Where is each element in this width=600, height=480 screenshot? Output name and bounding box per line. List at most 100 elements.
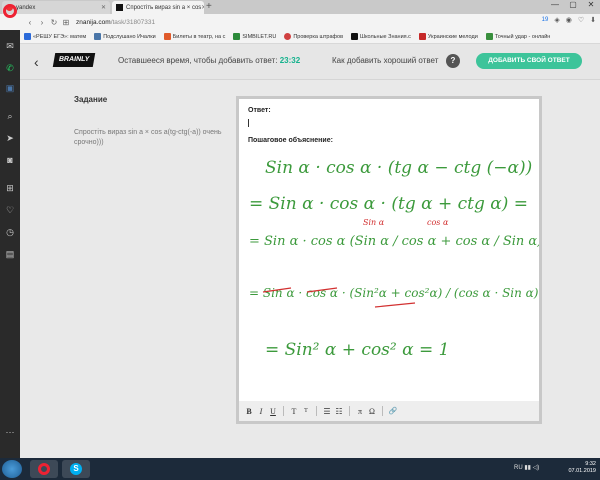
bookmark-item[interactable]: Подслушано Ичалки xyxy=(94,33,156,40)
camera-icon[interactable]: ◙ xyxy=(4,154,16,166)
camera-icon[interactable]: ◉ xyxy=(566,16,572,24)
bookmark-item[interactable]: Украинские мелоди xyxy=(418,33,478,40)
forward-arrow-icon[interactable]: › xyxy=(36,18,48,27)
font-size-button[interactable]: T xyxy=(288,407,300,416)
bookmark-label: Билеты в театр, на с xyxy=(172,33,226,40)
speed-dial-icon[interactable]: ⊞ xyxy=(4,182,16,194)
network-icon[interactable]: ▮▮ xyxy=(524,465,531,471)
search-icon[interactable]: ⌕ xyxy=(4,110,16,122)
pi-symbol-button[interactable]: π xyxy=(354,407,366,416)
bullet-list-button[interactable]: ☰ xyxy=(321,407,333,416)
vk-icon[interactable]: ▣ xyxy=(4,82,16,94)
close-tab-icon[interactable]: ✕ xyxy=(101,4,106,11)
opera-menu-icon[interactable] xyxy=(3,4,17,18)
remaining-label: Оставшееся время, чтобы добавить ответ: xyxy=(118,56,278,65)
clock[interactable]: 9:32 07.01.2019 xyxy=(568,461,596,475)
windows-taskbar: S RU ▮▮ ◁) 9:32 07.01.2019 xyxy=(0,458,600,480)
adblock-counter[interactable]: 19 xyxy=(542,17,549,23)
italic-button[interactable]: I xyxy=(255,407,267,416)
annotation: Sin α xyxy=(363,218,385,227)
toolbar-divider xyxy=(283,406,284,416)
history-icon[interactable]: ◷ xyxy=(4,226,16,238)
close-window-button[interactable]: ✕ xyxy=(584,0,598,9)
toolbar-divider xyxy=(349,406,350,416)
bookmark-item[interactable]: SIMBILET.RU xyxy=(233,33,276,40)
start-button[interactable] xyxy=(2,460,22,478)
bookmark-icon xyxy=(24,33,31,40)
language-indicator[interactable]: RU xyxy=(514,465,523,471)
solution-line: = Sin α · cos α (Sin α / cos α + cos α /… xyxy=(249,234,539,249)
close-tab-icon[interactable]: ✕ xyxy=(201,4,204,11)
new-tab-button[interactable]: + xyxy=(206,1,212,12)
znanija-favicon-icon xyxy=(116,4,123,11)
help-icon[interactable]: ? xyxy=(446,54,460,68)
bookmark-item[interactable]: Билеты в театр, на с xyxy=(163,33,226,40)
remaining-time: Оставшееся время, чтобы добавить ответ: … xyxy=(118,56,300,65)
toolbar-divider xyxy=(382,406,383,416)
brainly-logo[interactable]: BRAINLY xyxy=(52,53,96,67)
more-icon[interactable]: ··· xyxy=(4,426,16,438)
download-icon[interactable]: ⬇ xyxy=(590,16,596,24)
underline-button[interactable]: U xyxy=(267,407,279,416)
tab-yandex[interactable]: yandex ✕ xyxy=(2,1,110,14)
omega-symbol-button[interactable]: Ω xyxy=(366,407,378,416)
handwritten-solution: Sin α · cos α · (tg α − ctg (−α)) = = Si… xyxy=(249,158,539,360)
maximize-button[interactable]: ▢ xyxy=(566,0,580,9)
browser-tab-bar: yandex ✕ Спростіть вираз sin a × cos ✕ +… xyxy=(0,0,600,14)
bookmark-label: Школьные Знания.c xyxy=(360,33,411,40)
speed-dial-icon[interactable]: ⊞ xyxy=(60,18,72,27)
skype-taskbar-app[interactable]: S xyxy=(62,460,90,478)
explanation-label: Пошаговое объяснение: xyxy=(248,137,333,144)
heart-icon[interactable]: ♡ xyxy=(4,204,16,216)
minimize-button[interactable]: — xyxy=(548,0,562,9)
whatsapp-icon[interactable]: ✆ xyxy=(4,62,16,74)
back-arrow-icon[interactable]: ‹ xyxy=(24,18,36,27)
toolbar-divider xyxy=(316,406,317,416)
how-to-link[interactable]: Как добавить хороший ответ xyxy=(332,56,438,65)
numbered-list-button[interactable]: ☷ xyxy=(333,407,345,416)
bookmark-label: Точный удар - онлайн xyxy=(494,33,551,40)
editor-toolbar: B I U T T ☰ ☷ π Ω 🔗 xyxy=(239,401,539,421)
url-field[interactable]: znanija.com/task/31807331 xyxy=(76,19,155,26)
clock-time: 9:32 xyxy=(585,461,596,467)
bookmark-item[interactable]: Проверка штрафов xyxy=(284,33,343,40)
opera-icon xyxy=(38,463,50,475)
tab-znanija[interactable]: Спростіть вираз sin a × cos ✕ xyxy=(112,1,204,14)
messenger-icon[interactable]: ✉ xyxy=(4,40,16,52)
bookmark-icon xyxy=(485,33,493,40)
address-bar: ‹ › ↻ ⊞ znanija.com/task/31807331 19 ◈ ◉… xyxy=(0,14,600,30)
clock-date: 07.01.2019 xyxy=(568,468,596,474)
font-size-small-button[interactable]: T xyxy=(300,408,312,414)
bookmark-item[interactable]: Школьные Знания.c xyxy=(351,33,411,40)
bookmark-icon xyxy=(284,33,292,40)
task-title: Задание xyxy=(74,95,108,104)
bookmark-icon xyxy=(94,33,102,40)
bookmark-label: Украинские мелоди xyxy=(427,33,478,40)
bookmark-label: «РЕШУ ЕГЭ»: матем xyxy=(33,33,87,40)
bookmark-label: Подслушано Ичалки xyxy=(103,33,156,40)
send-icon[interactable]: ➤ xyxy=(4,132,16,144)
shield-icon[interactable]: ◈ xyxy=(554,16,559,24)
volume-icon[interactable]: ◁) xyxy=(533,465,540,471)
add-answer-button[interactable]: ДОБАВИТЬ СВОЙ ОТВЕТ xyxy=(476,53,582,69)
opera-taskbar-app[interactable] xyxy=(30,460,58,478)
bold-button[interactable]: B xyxy=(243,407,255,416)
annotation: cos α xyxy=(427,218,449,227)
bookmark-item[interactable]: «РЕШУ ЕГЭ»: матем xyxy=(24,33,86,40)
bookmark-item[interactable]: Точный удар - онлайн xyxy=(485,33,551,40)
url-domain: znanija.com xyxy=(76,18,111,26)
reload-icon[interactable]: ↻ xyxy=(48,18,60,27)
bookmarks-bar: «РЕШУ ЕГЭ»: матем Подслушано Ичалки Биле… xyxy=(0,30,600,44)
attach-icon[interactable]: 🔗 xyxy=(387,407,399,415)
bookmark-icon xyxy=(163,33,171,40)
news-icon[interactable]: ▤ xyxy=(4,248,16,260)
answer-editor[interactable]: Ответ: Пошаговое объяснение: Sin α · cos… xyxy=(236,96,542,424)
heart-icon[interactable]: ♡ xyxy=(578,16,584,24)
bookmark-icon xyxy=(233,33,241,40)
timer: 23:32 xyxy=(279,56,301,65)
solution-line: = Sin α · cos α · (tg α + ctg α) = xyxy=(249,194,528,214)
task-text: Спростіть вираз sin a × cos a(tg-ctg(-a)… xyxy=(74,129,222,146)
back-chevron-icon[interactable]: ‹ xyxy=(34,54,39,70)
tab-label: yandex xyxy=(16,4,36,11)
tray-icons: RU ▮▮ ◁) xyxy=(514,464,539,471)
